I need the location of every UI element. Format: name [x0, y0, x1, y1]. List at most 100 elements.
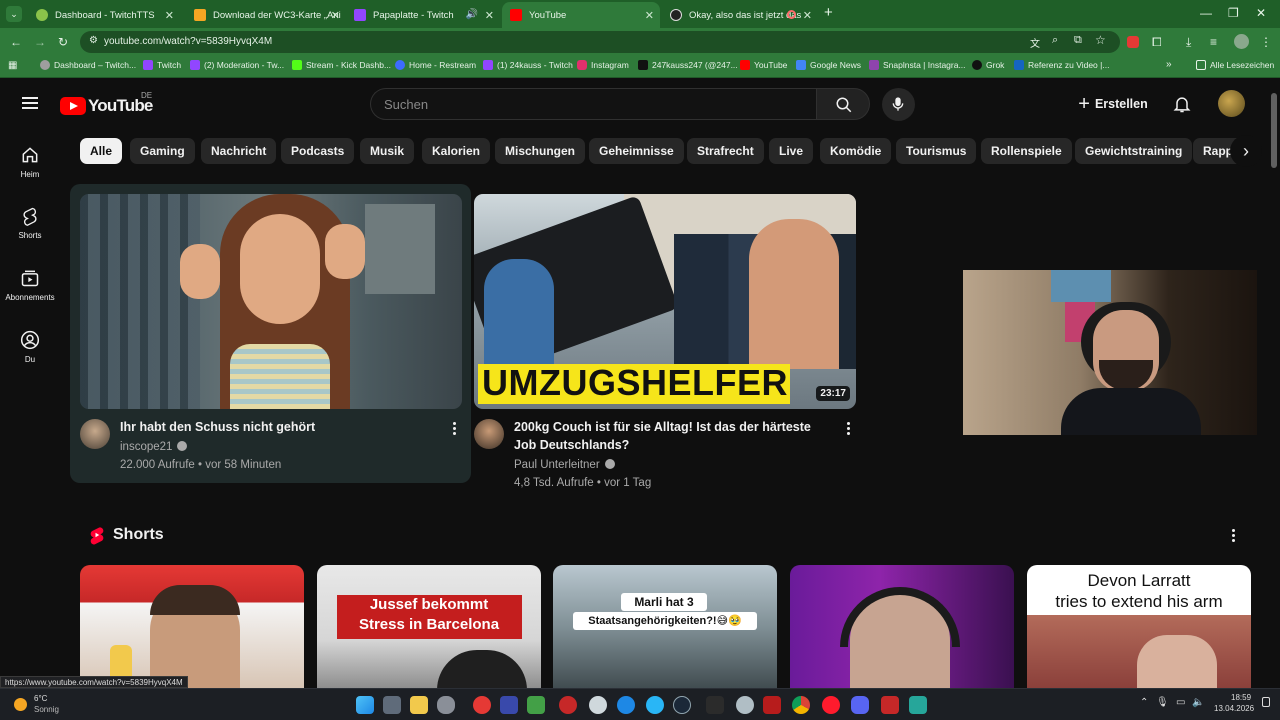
weather-sun-icon[interactable]: [14, 698, 27, 711]
bookmark[interactable]: Google News: [796, 60, 861, 70]
menu-icon[interactable]: ⋮: [1260, 35, 1272, 49]
chip-mischungen[interactable]: Mischungen: [495, 138, 586, 164]
chip-live[interactable]: Live: [769, 138, 814, 164]
tab-okay-also[interactable]: Okay, also das ist jetzt das ✕: [662, 4, 818, 26]
chip-komoedie[interactable]: Komödie: [820, 138, 892, 164]
search-button[interactable]: [816, 88, 870, 120]
bookmark[interactable]: Stream - Kick Dashb...: [292, 60, 391, 70]
shorts-more-icon[interactable]: [1232, 529, 1235, 532]
tab-search-dropdown[interactable]: ⌄: [6, 6, 22, 22]
sidebar-item-you[interactable]: Du: [0, 330, 60, 364]
bookmark[interactable]: Snaplnsta | Instagra...: [869, 60, 966, 70]
reload-icon[interactable]: ↻: [58, 35, 68, 49]
short-card[interactable]: Devon Larratt tries to extend his arm: [1027, 565, 1251, 690]
install-icon[interactable]: ⧉: [1074, 34, 1082, 47]
short-card[interactable]: Marli hat 3 Staatsangehörigkeiten?!😅🥹: [553, 565, 777, 690]
apps-icon[interactable]: ▦: [8, 60, 17, 71]
steam-icon[interactable]: [673, 696, 691, 714]
scrollbar-thumb[interactable]: [1271, 93, 1277, 168]
bookmark[interactable]: Instagram: [577, 60, 629, 70]
file-explorer-icon[interactable]: [410, 696, 428, 714]
red-app-icon[interactable]: [473, 696, 491, 714]
chip-alle[interactable]: Alle: [80, 138, 123, 164]
zoom-icon[interactable]: ⌕: [1052, 34, 1058, 47]
speaker-icon[interactable]: 🔊: [466, 9, 478, 20]
bookmark[interactable]: Dashboard – Twitch...: [40, 60, 136, 70]
more-bookmarks-icon[interactable]: »: [1166, 59, 1172, 70]
mouse-app-icon[interactable]: [437, 696, 455, 714]
bookmark-star-icon[interactable]: ☆: [1095, 33, 1106, 47]
chip-gewichtstraining[interactable]: Gewichtstraining: [1075, 138, 1193, 164]
translate-icon[interactable]: 文: [1030, 35, 1040, 50]
short-card[interactable]: [80, 565, 304, 690]
video-title[interactable]: Ihr habt den Schuss nicht gehört: [120, 418, 315, 436]
weather-temp[interactable]: 6°C: [34, 694, 47, 703]
epic-games-icon[interactable]: [706, 696, 724, 714]
menu-icon[interactable]: [22, 97, 38, 99]
tab-youtube[interactable]: YouTube ✕: [502, 2, 660, 28]
download-icon[interactable]: ⤓: [1186, 35, 1191, 50]
network-icon[interactable]: ▭: [1176, 697, 1185, 708]
chip-strafrecht[interactable]: Strafrecht: [687, 138, 764, 164]
channel-name[interactable]: inscope21: [120, 438, 188, 456]
create-button[interactable]: + Erstellen: [1068, 89, 1158, 119]
channel-avatar[interactable]: [474, 419, 504, 449]
bookmark[interactable]: 247kauss247 (@247...: [638, 60, 738, 70]
extensions-icon[interactable]: ⧠: [1152, 35, 1162, 50]
youtube-logo[interactable]: YouTube DE: [60, 91, 153, 116]
site-info-icon[interactable]: ⚙: [89, 35, 98, 46]
chips-next-button[interactable]: ›: [1230, 135, 1262, 167]
bookmark[interactable]: Twitch: [143, 60, 181, 70]
channel-avatar[interactable]: [80, 419, 110, 449]
tray-chevron-icon[interactable]: ⌃: [1140, 697, 1148, 708]
voice-app-icon[interactable]: [881, 696, 899, 714]
new-tab-button[interactable]: +: [824, 4, 833, 21]
bookmark[interactable]: (2) Moderation - Tw...: [190, 60, 284, 70]
bookmark[interactable]: YouTube: [740, 60, 787, 70]
close-icon[interactable]: ✕: [485, 9, 494, 22]
clock-date[interactable]: 13.04.2026: [1214, 704, 1254, 713]
channel-name[interactable]: Paul Unterleitner: [514, 456, 615, 474]
calculator-icon[interactable]: [383, 696, 401, 714]
bookmark[interactable]: Grok: [972, 60, 1004, 70]
discord-icon[interactable]: [851, 696, 869, 714]
bookmark[interactable]: Referenz zu Video |...: [1014, 60, 1109, 70]
sidebar-item-home[interactable]: Heim: [0, 145, 60, 179]
search-input[interactable]: Suchen: [370, 88, 816, 120]
bluesky-icon[interactable]: [646, 696, 664, 714]
profile-avatar[interactable]: [1234, 34, 1249, 49]
notifications-icon[interactable]: [1172, 93, 1192, 115]
mic-tray-icon[interactable]: 🎙: [1156, 697, 1169, 708]
short-card[interactable]: [790, 565, 1014, 690]
close-icon[interactable]: ✕: [803, 9, 812, 22]
green-app-icon[interactable]: [527, 696, 545, 714]
media-icon[interactable]: ≡: [1210, 35, 1217, 49]
v-app-icon[interactable]: [500, 696, 518, 714]
tab-dashboard-twitchtts[interactable]: Dashboard - TwitchTTS ✕: [28, 4, 180, 26]
red-square-app-icon[interactable]: [763, 696, 781, 714]
account-avatar[interactable]: [1218, 90, 1245, 117]
sidebar-item-subscriptions[interactable]: Abonnements: [0, 268, 60, 302]
record-app-icon[interactable]: [559, 696, 577, 714]
more-actions-icon[interactable]: [847, 422, 850, 425]
voice-search-button[interactable]: [882, 88, 915, 121]
video-thumbnail[interactable]: UMZUGSHELFER 23:17: [474, 194, 856, 409]
video-title-line1[interactable]: 200kg Couch ist für sie Alltag! Ist das …: [514, 418, 811, 436]
chip-nachricht[interactable]: Nachricht: [201, 138, 277, 164]
chip-podcasts[interactable]: Podcasts: [281, 138, 355, 164]
tab-papaplatte-twitch[interactable]: Papaplatte - Twitch 🔊 ✕: [346, 4, 500, 26]
restore-icon[interactable]: ❐: [1228, 6, 1239, 20]
video-thumbnail[interactable]: [80, 194, 462, 409]
paint-app-icon[interactable]: [909, 696, 927, 714]
volume-icon[interactable]: 🔈: [1192, 697, 1204, 708]
close-icon[interactable]: ✕: [331, 9, 340, 22]
bookmark[interactable]: Home - Restream: [395, 60, 476, 70]
chrome-icon[interactable]: [792, 696, 810, 714]
notification-icon[interactable]: [1262, 697, 1270, 707]
close-icon[interactable]: ✕: [165, 9, 174, 22]
forward-icon[interactable]: →: [34, 35, 46, 49]
sidebar-item-shorts[interactable]: Shorts: [0, 206, 60, 240]
more-actions-icon[interactable]: [453, 422, 456, 425]
url-text[interactable]: youtube.com/watch?v=5839HyvqX4M: [104, 36, 272, 47]
chip-gaming[interactable]: Gaming: [130, 138, 195, 164]
